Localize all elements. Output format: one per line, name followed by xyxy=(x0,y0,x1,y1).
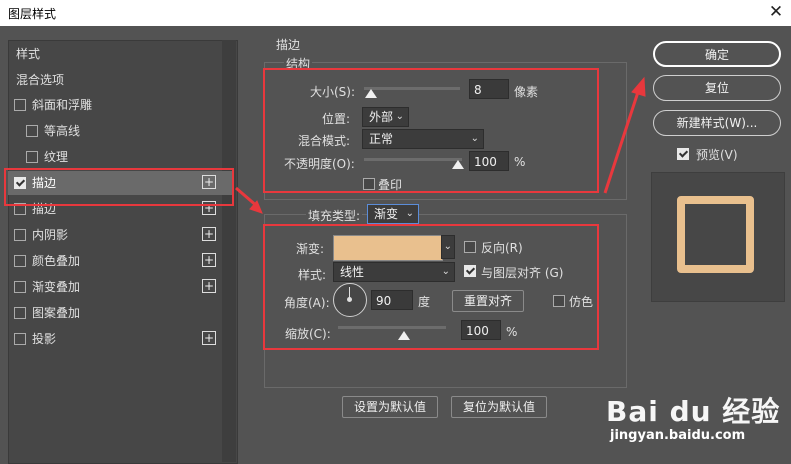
arrow-head-right xyxy=(631,76,646,97)
watermark-logo: Bai du 经验 xyxy=(606,390,780,430)
watermark-url: jingyan.baidu.com xyxy=(610,428,746,443)
arrow-line-right xyxy=(603,91,640,194)
watermark-brand: Bai du 经验 xyxy=(606,395,781,428)
